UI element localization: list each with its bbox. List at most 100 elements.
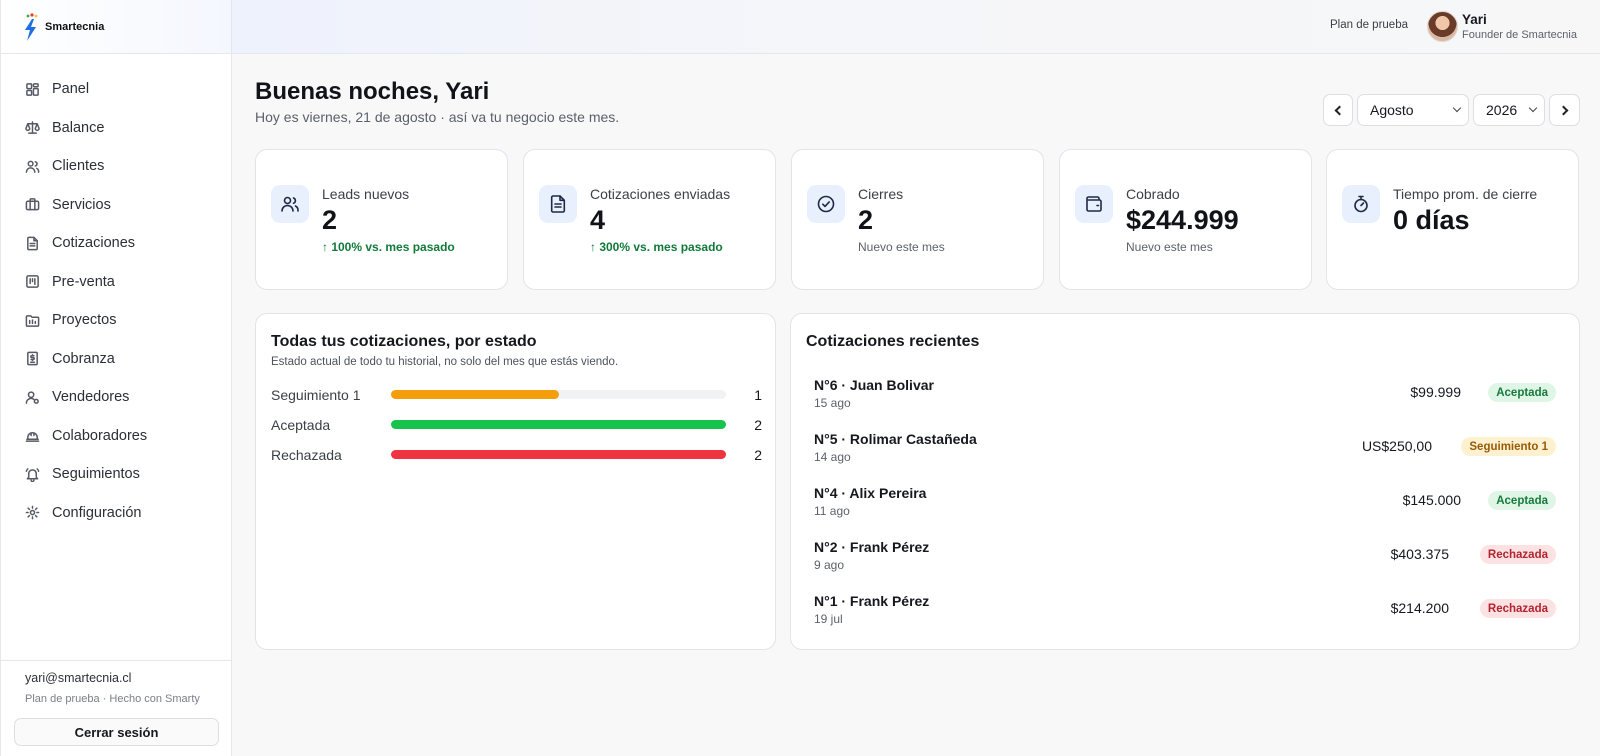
sidebar-footer: yari@smartecnia.cl Plan de prueba · Hech… — [1, 660, 231, 756]
lightning-logo-icon — [21, 11, 41, 43]
status-bar-track — [391, 420, 726, 429]
sidebar-item-label: Cobranza — [52, 350, 115, 367]
kpi-label: Cierres — [858, 186, 904, 202]
sidebar-item-vendedores[interactable]: Vendedores — [1, 378, 231, 417]
wallet-icon — [1075, 185, 1113, 223]
status-bar-fill — [391, 450, 726, 459]
folder-icon — [25, 313, 40, 328]
quote-amount: $99.999 — [1410, 384, 1461, 400]
status-badge: Rechazada — [1479, 545, 1556, 564]
kpi-value: 0 días — [1393, 205, 1470, 235]
sidebar-item-proyectos[interactable]: Proyectos — [1, 301, 231, 340]
chevron-left-icon — [1334, 105, 1345, 115]
sidebar-item-label: Seguimientos — [52, 466, 140, 483]
plan-note: Plan de prueba · Hecho con Smarty — [25, 693, 200, 705]
sidebar-item-colaboradores[interactable]: Colaboradores — [1, 417, 231, 456]
user-role: Founder de Smartecnia — [1462, 29, 1577, 41]
kpi-note: Nuevo este mes — [858, 240, 945, 254]
quote-title: N°2 · Frank Pérez — [814, 539, 930, 555]
quote-date: 19 jul — [814, 612, 843, 626]
chevron-down-icon — [1452, 103, 1462, 113]
kpi-value: 2 — [858, 205, 874, 235]
page-subtitle: Hoy es viernes, 21 de agosto · así va tu… — [255, 109, 620, 125]
kpi-value: 4 — [590, 205, 606, 235]
sidebar-item-clientes[interactable]: Clientes — [1, 147, 231, 186]
users-icon — [271, 185, 309, 223]
kpi-note: Nuevo este mes — [1126, 240, 1213, 254]
kpi-label: Tiempo prom. de cierre — [1393, 186, 1538, 202]
sidebar: Smartecnia Panel Balance Clientes Servic… — [0, 0, 232, 756]
check-circle-icon — [807, 185, 845, 223]
sidebar-item-cotizaciones[interactable]: Cotizaciones — [1, 224, 231, 263]
quote-amount: $403.375 — [1390, 546, 1449, 562]
quote-title: N°5 · Rolimar Castañeda — [814, 431, 977, 447]
sidebar-item-servicios[interactable]: Servicios — [1, 186, 231, 225]
next-month-button[interactable] — [1549, 94, 1580, 126]
recent-quote-row[interactable]: N°1 · Frank Pérez 19 jul $214.200 Rechazada — [814, 593, 1556, 633]
sidebar-item-seguimientos[interactable]: Seguimientos — [1, 455, 231, 494]
document-icon — [25, 236, 40, 251]
plan-link[interactable]: Plan de prueba — [1330, 19, 1408, 31]
sidebar-item-label: Servicios — [52, 196, 111, 213]
status-count: 2 — [754, 417, 762, 433]
briefcase-icon — [25, 197, 40, 212]
status-bar-fill — [391, 420, 726, 429]
sidebar-nav: Panel Balance Clientes Servicios Cotizac… — [1, 54, 231, 532]
status-badge: Aceptada — [1488, 491, 1556, 510]
page-title: Buenas noches, Yari — [255, 78, 490, 105]
sidebar-item-pre-venta[interactable]: Pre-venta — [1, 263, 231, 302]
kpi-label: Leads nuevos — [322, 186, 410, 202]
status-badge: Seguimiento 1 — [1461, 437, 1556, 456]
status-badge: Aceptada — [1488, 383, 1556, 402]
stopwatch-icon — [1342, 185, 1380, 223]
chevron-right-icon — [1558, 105, 1568, 115]
kpi-card-collected: Cobrado $244.999 Nuevo este mes — [1059, 149, 1312, 290]
quote-title: N°1 · Frank Pérez — [814, 593, 930, 609]
kanban-icon — [25, 274, 40, 289]
recent-quote-row[interactable]: N°6 · Juan Bolivar 15 ago $99.999 Aceptada — [814, 377, 1556, 417]
quote-date: 9 ago — [814, 558, 845, 572]
quote-amount: $214.200 — [1390, 600, 1449, 616]
recent-quote-row[interactable]: N°4 · Alix Pereira 11 ago $145.000 Aceptada — [814, 485, 1556, 525]
kpi-card-quotes-sent: Cotizaciones enviadas 4 ↑ 300% vs. mes p… — [523, 149, 776, 290]
quote-title: N°4 · Alix Pereira — [814, 485, 927, 501]
gear-icon — [25, 505, 40, 520]
quote-title: N°6 · Juan Bolivar — [814, 377, 934, 393]
sidebar-item-balance[interactable]: Balance — [1, 109, 231, 148]
receipt-icon — [25, 351, 40, 366]
quote-amount: US$250,00 — [1361, 438, 1432, 454]
avatar[interactable] — [1427, 11, 1458, 42]
status-bar-track — [391, 450, 726, 459]
recent-quote-row[interactable]: N°5 · Rolimar Castañeda 14 ago US$250,00 Se… — [814, 431, 1556, 471]
sidebar-item-label: Colaboradores — [52, 427, 148, 444]
prev-month-button[interactable] — [1323, 94, 1353, 126]
status-label: Aceptada — [271, 417, 331, 433]
status-row: Aceptada 2 — [271, 415, 762, 435]
topbar: Plan de prueba — [232, 0, 1600, 54]
logout-button[interactable]: Cerrar sesión — [14, 718, 219, 746]
recent-quote-row[interactable]: N°2 · Frank Pérez 9 ago $403.375 Rechazada — [814, 539, 1556, 579]
user-settings-icon — [25, 390, 40, 405]
year-select[interactable]: 2026 — [1473, 94, 1545, 126]
sidebar-item-panel[interactable]: Panel — [1, 70, 231, 109]
account-email: yari@smartecnia.cl — [25, 671, 132, 685]
sidebar-item-label: Balance — [52, 119, 105, 136]
month-select-value: Agosto — [1370, 102, 1414, 118]
document-icon — [539, 185, 577, 223]
user-name[interactable]: Yari — [1462, 12, 1487, 27]
kpi-trend: ↑ 300% vs. mes pasado — [590, 240, 723, 254]
sidebar-item-configuracion[interactable]: Configuración — [1, 494, 231, 533]
brand[interactable]: Smartecnia — [1, 0, 231, 54]
quote-amount: $145.000 — [1402, 492, 1461, 508]
kpi-card-closures: Cierres 2 Nuevo este mes — [791, 149, 1044, 290]
panel-title: Cotizaciones recientes — [806, 333, 980, 350]
sidebar-item-cobranza[interactable]: Cobranza — [1, 340, 231, 379]
panel-title: Todas tus cotizaciones, por estado — [271, 333, 537, 350]
month-select[interactable]: Agosto — [1357, 94, 1469, 126]
status-row: Rechazada 2 — [271, 445, 762, 465]
chevron-down-icon — [1528, 103, 1538, 113]
sidebar-item-label: Pre-venta — [52, 273, 115, 290]
quote-date: 15 ago — [814, 396, 851, 410]
kpi-label: Cobrado — [1126, 186, 1180, 202]
status-row: Seguimiento 1 1 — [271, 385, 762, 405]
